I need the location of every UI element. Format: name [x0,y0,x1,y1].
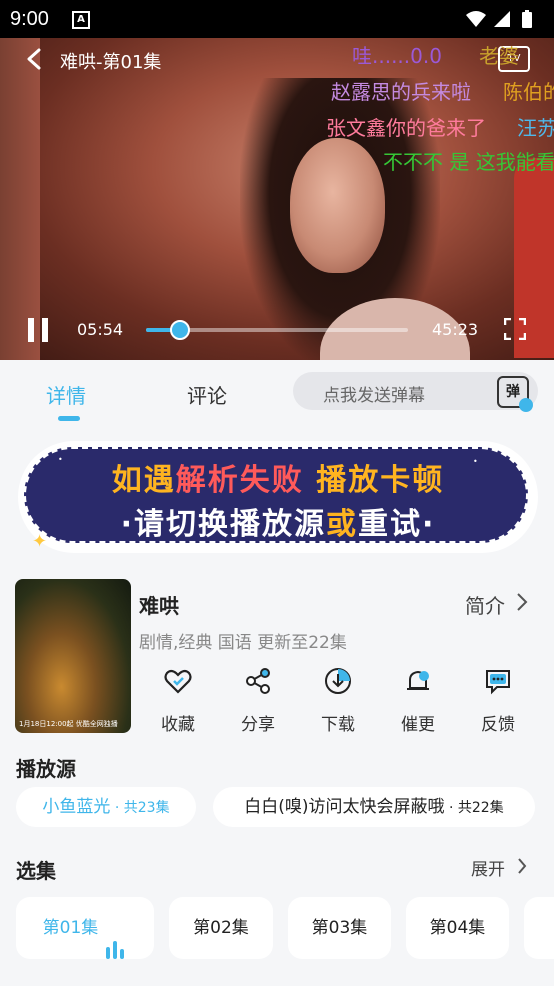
action-download[interactable]: 下载 [308,666,368,735]
source-count: · 共22集 [444,800,504,816]
bell-icon [407,670,429,690]
show-name: 难哄 [139,594,179,618]
video-title: 难哄-第01集 [60,52,162,73]
notice-text: 播放卡顿 [303,463,445,498]
notice-text: 重试 [358,507,422,542]
action-label: 反馈 [481,715,515,735]
action-label: 催更 [401,715,435,735]
danmaku-comment: 老婆 [479,44,519,68]
action-urge-update[interactable]: 催更 [388,666,448,735]
poster-caption: 1月18日12:00起 优酷全网独播 [19,720,118,728]
episode-item-active[interactable]: 第01集 [16,897,154,959]
heart-icon [164,669,192,694]
download-icon [325,668,351,694]
danmaku-toggle-button[interactable]: 弹 [497,376,533,412]
episode-label: 第02集 [193,918,249,938]
current-time: 05:54 [77,320,124,339]
share-icon [246,668,270,694]
feedback-icon [486,670,510,695]
fullscreen-icon[interactable] [504,318,526,340]
episode-item-partial[interactable] [524,897,554,959]
danmaku-enabled-check-icon [519,398,533,412]
notice-text: 切换播放源 [166,507,326,542]
episode-label: 第01集 [42,918,99,938]
notice-text: · [422,507,436,542]
action-label: 收藏 [161,715,195,735]
notification-a-icon: A [72,11,90,29]
tab-comment[interactable]: 评论 [187,380,227,409]
tab-detail-indicator [58,416,80,421]
show-poster[interactable]: 1月18日12:00起 优酷全网独播 [15,579,131,733]
action-label: 分享 [241,715,275,735]
danmaku-comment: 张文鑫你的爸来了 [326,116,486,140]
episode-label: 第03集 [311,918,368,938]
danmaku-toggle-label: 弹 [506,384,520,400]
episode-item[interactable]: 第04集 [406,897,509,959]
danmaku-comment: 赵露思的兵来啦 [331,80,471,104]
notice-text: ·请 [120,507,166,542]
status-time: 9:00 [10,8,49,30]
notice-line-2: ·请切换播放源或重试· [18,499,538,543]
tab-detail[interactable]: 详情 [46,380,86,409]
system-icons [466,10,532,28]
source-name: 小鱼蓝光 [42,797,111,817]
danmaku-comment: 不不不 是 这我能看 [383,150,554,174]
danmaku-comment: 陈伯的 [503,80,554,104]
show-meta: 剧情,经典 国语 更新至22集 [139,633,347,653]
source-count: · 共23集 [110,800,170,816]
episodes-title: 选集 [16,859,56,883]
episode-item[interactable]: 第02集 [169,897,273,959]
progress-thumb[interactable] [170,320,190,340]
source-item-1[interactable]: 小鱼蓝光 · 共23集 [16,787,196,827]
danmaku-input-placeholder: 点我发送弹幕 [323,386,425,406]
battery-icon [522,10,532,28]
source-name: 白白(嗅)访问太快会屏蔽哦 [244,797,445,817]
total-time: 45:23 [432,320,479,339]
sources-title: 播放源 [16,757,76,781]
chevron-right-icon[interactable] [516,857,528,875]
action-feedback[interactable]: 反馈 [468,666,528,735]
source-item-2[interactable]: 白白(嗅)访问太快会屏蔽哦 · 共22集 [213,787,535,827]
chevron-right-icon[interactable] [515,592,529,612]
action-label: 下载 [321,715,355,735]
action-share[interactable]: 分享 [228,666,288,735]
pause-icon[interactable] [28,318,50,342]
danmaku-comment: 哇......0.0 [352,44,442,68]
notice-text: 解析失败 [175,463,304,498]
video-frame-face [290,138,385,273]
notice-line-1: 如遇解析失败 播放卡顿 [18,455,538,499]
episode-item[interactable]: 第03集 [288,897,391,959]
status-bar: 9:00 A [0,0,554,38]
signal-icon [494,11,510,27]
danmaku-comment: 汪苏 [517,116,554,140]
video-frame-wall [0,38,40,360]
intro-link[interactable]: 简介 [465,590,505,619]
wifi-icon [466,11,486,27]
back-arrow-icon[interactable] [24,48,46,70]
action-favorite[interactable]: 收藏 [148,666,208,735]
playing-bars-icon [106,897,127,959]
notice-text: 如遇 [111,463,176,498]
expand-button[interactable]: 展开 [471,855,505,880]
notice-banner: • • ✦ 如遇解析失败 播放卡顿 ·请切换播放源或重试· [18,441,538,553]
episode-label: 第04集 [429,918,486,938]
notice-text: 或 [326,507,358,542]
